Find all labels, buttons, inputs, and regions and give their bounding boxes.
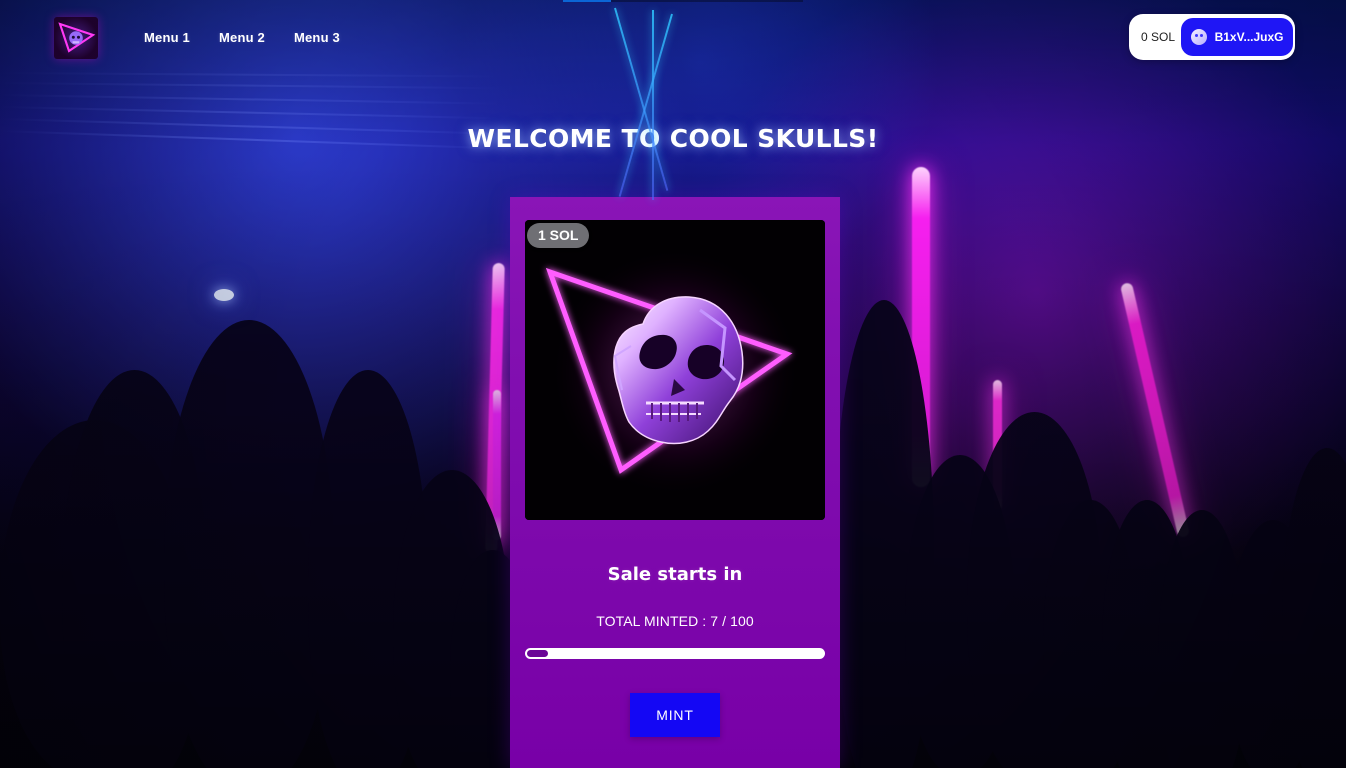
menu-item-1[interactable]: Menu 1 [144, 30, 190, 45]
crowd-silhouette [1282, 448, 1346, 768]
crowd-silhouette [393, 470, 511, 768]
menu-item-2[interactable]: Menu 2 [219, 30, 265, 45]
skull-triangle-logo-icon[interactable] [54, 17, 98, 59]
logo-svg [58, 22, 96, 53]
mint-button[interactable]: MINT [630, 693, 720, 737]
sale-status-title: Sale starts in [607, 564, 743, 585]
mint-progress-fill [527, 650, 548, 657]
stage-spotlight [214, 289, 234, 301]
menu-item-3[interactable]: Menu 3 [294, 30, 340, 45]
phantom-ghost-icon [1190, 29, 1207, 45]
mint-card: 1 SOL Sale starts in TOTAL MINTED : 7 / … [510, 197, 840, 768]
crowd-silhouette [1102, 500, 1192, 768]
wallet-widget[interactable]: 0 SOL B1xV...JuxG [1129, 14, 1295, 60]
wallet-address: B1xV...JuxG [1214, 30, 1284, 44]
neon-light-bar [1119, 281, 1191, 539]
crowd-silhouette [308, 370, 428, 768]
crowd-silhouette [62, 370, 207, 768]
wallet-address-button[interactable]: B1xV...JuxG [1181, 18, 1294, 56]
crowd-silhouette [1043, 500, 1138, 768]
mint-progress-bar [525, 648, 825, 659]
crowd-silhouette [1158, 510, 1246, 768]
price-badge: 1 SOL [527, 223, 590, 248]
crowd-silhouette [1228, 520, 1318, 768]
mint-page: Menu 1 Menu 2 Menu 3 0 SOL B1xV...JuxG W… [0, 0, 1346, 768]
top-navbar: Menu 1 Menu 2 Menu 3 0 SOL B1xV...JuxG [0, 0, 1346, 82]
laser-line [0, 106, 500, 120]
neon-light-bar [912, 167, 930, 487]
neon-light-bar [993, 380, 1002, 510]
crowd-silhouette [164, 320, 334, 768]
minted-count: TOTAL MINTED : 7 / 100 [596, 613, 754, 629]
neon-light-bar [493, 390, 501, 540]
blue-light-cable [652, 10, 654, 200]
crowd-silhouette [967, 412, 1102, 768]
laser-line [0, 82, 500, 90]
nft-preview: 1 SOL [525, 220, 825, 520]
main-menu: Menu 1 Menu 2 Menu 3 [144, 30, 340, 45]
crowd-silhouette [0, 420, 190, 768]
crowd-silhouette [834, 300, 934, 768]
wallet-balance: 0 SOL [1141, 30, 1176, 44]
page-title: WELCOME TO COOL SKULLS! [467, 123, 879, 153]
laser-line [0, 94, 500, 105]
neon-skull-triangle-icon [525, 220, 825, 520]
neon-light-bar [485, 262, 505, 554]
crowd-silhouette [905, 455, 1015, 768]
